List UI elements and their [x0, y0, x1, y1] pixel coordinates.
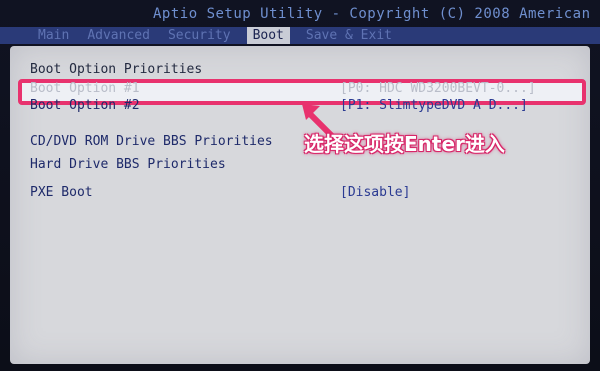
tab-save-exit[interactable]: Save & Exit [304, 27, 394, 44]
bios-screen: Aptio Setup Utility - Copyright (C) 2008… [0, 0, 600, 371]
pxe-boot-label[interactable]: PXE Boot [30, 185, 93, 200]
window-title: Aptio Setup Utility - Copyright (C) 2008… [153, 6, 591, 22]
tab-bar: Main Advanced Security Boot Save & Exit [0, 27, 600, 44]
tab-advanced[interactable]: Advanced [85, 27, 152, 44]
boot-option-1-label[interactable]: Boot Option #1 [30, 81, 140, 96]
cd-dvd-bbs-priorities[interactable]: CD/DVD ROM Drive BBS Priorities [30, 134, 273, 149]
boot-option-2-value[interactable]: [P1: SlimtypeDVD A D...] [340, 98, 528, 113]
boot-option-1-value[interactable]: [P0: HDC WD3200BEVT-0...] [340, 81, 536, 96]
tab-boot[interactable]: Boot [246, 27, 290, 44]
hard-drive-bbs-priorities[interactable]: Hard Drive BBS Priorities [30, 157, 226, 172]
boot-option-2-label[interactable]: Boot Option #2 [30, 98, 140, 113]
annotation-label: 选择这项按Enter进入 [304, 132, 505, 156]
pxe-boot-value[interactable]: [Disable] [340, 185, 410, 200]
section-title: Boot Option Priorities [30, 62, 203, 77]
tab-security[interactable]: Security [166, 27, 233, 44]
tab-main[interactable]: Main [36, 27, 71, 44]
